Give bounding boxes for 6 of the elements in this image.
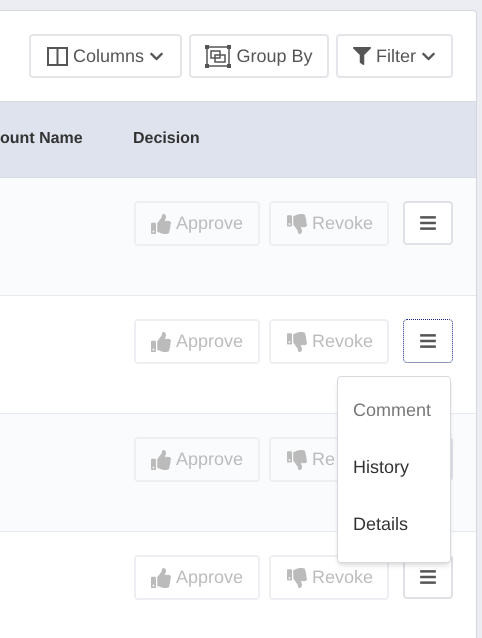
column-header: ount Name (0, 129, 84, 150)
group-button[interactable]: Group By (189, 34, 329, 78)
menu-item[interactable]: Details (353, 511, 450, 538)
filter-button[interactable]: Filter (336, 34, 453, 78)
columns-button[interactable]: Columns (29, 34, 182, 78)
column-header: Decision (133, 129, 200, 150)
